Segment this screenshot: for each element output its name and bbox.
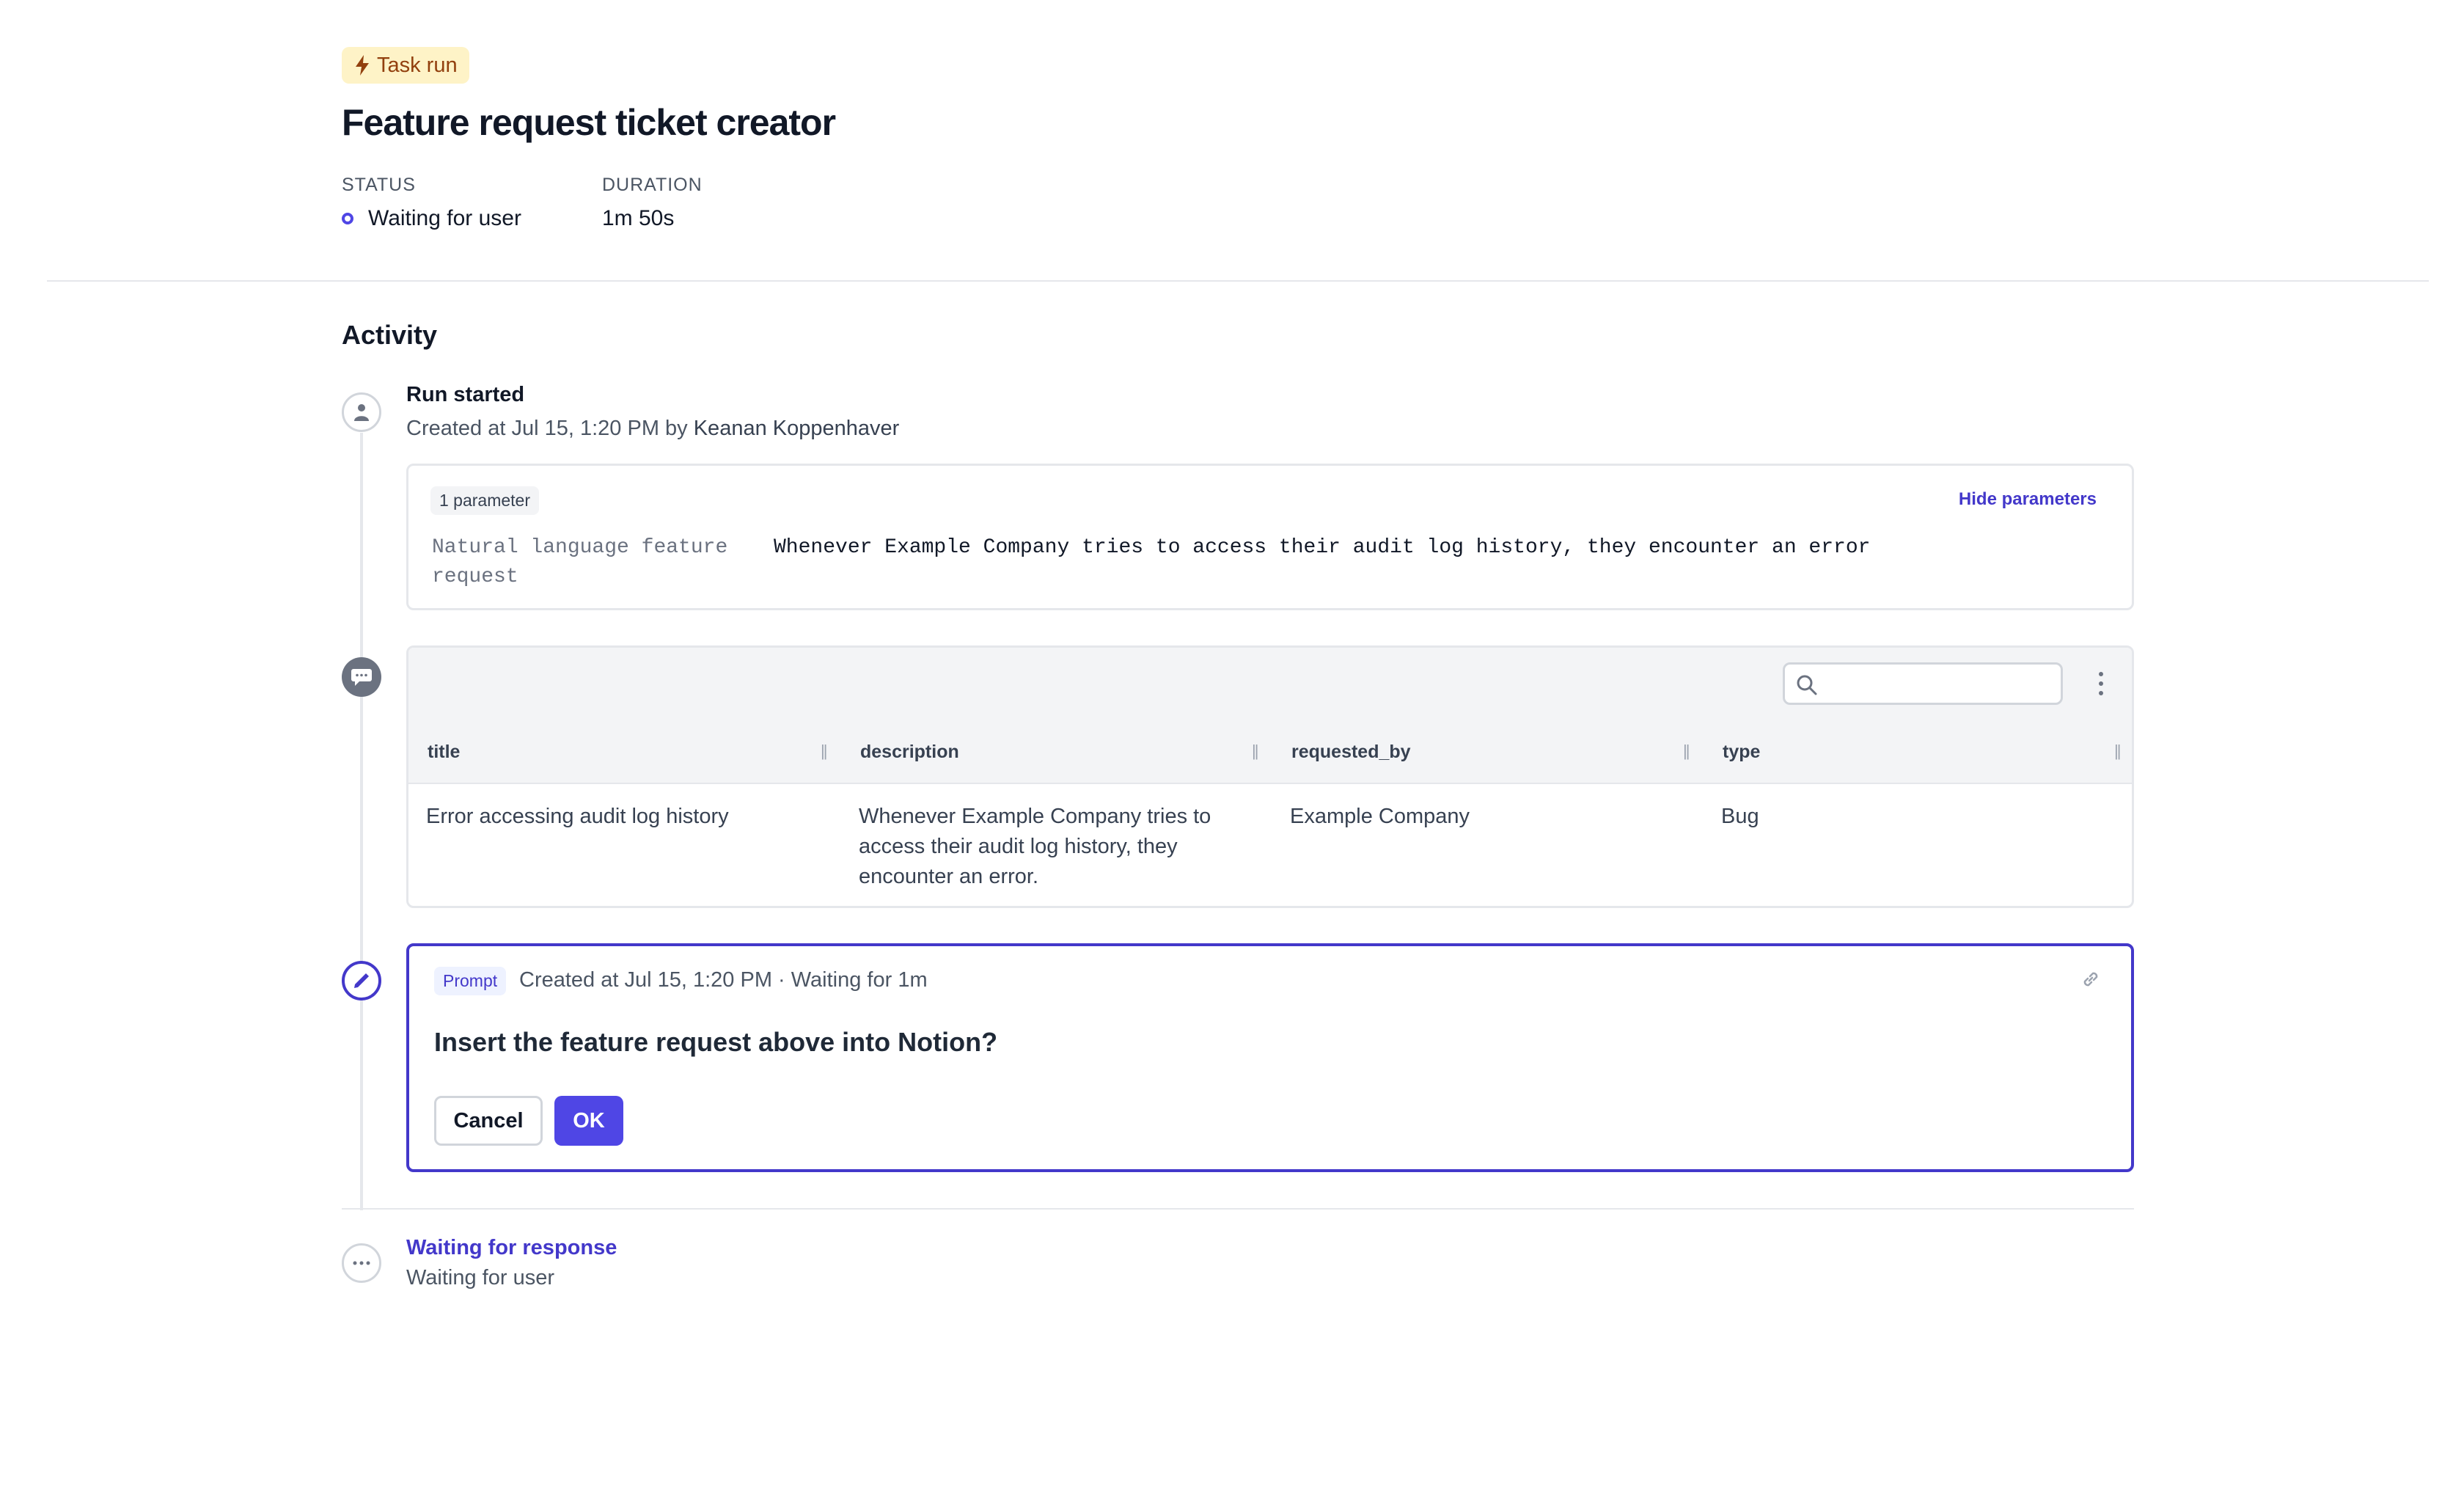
task-run-badge-label: Task run	[377, 53, 458, 77]
prompt-chip: Prompt	[434, 967, 507, 995]
results-table: title || description || requested_by || …	[406, 645, 2134, 908]
link-icon[interactable]	[2080, 968, 2102, 990]
header-divider	[47, 280, 2429, 282]
ok-button[interactable]: OK	[554, 1096, 623, 1146]
cell-type: Bug	[1721, 805, 1759, 828]
page-title: Feature request ticket creator	[342, 102, 836, 143]
parameter-value: Whenever Example Company tries to access…	[774, 536, 1871, 559]
parameter-name: Natural language feature request	[432, 536, 728, 588]
column-header-requested-by[interactable]: requested_by	[1291, 742, 1411, 763]
run-started-title: Run started	[406, 383, 525, 406]
chat-node	[342, 657, 381, 697]
run-started-user[interactable]: Keanan Koppenhaver	[694, 417, 900, 440]
search-icon	[1797, 675, 1817, 695]
run-started-subtitle: Created at Jul 15, 1:20 PM by Keanan Kop…	[406, 417, 899, 441]
column-grip-icon[interactable]: ||	[1252, 742, 1259, 761]
timeline-line	[360, 433, 363, 1210]
duration-label: DURATION	[601, 175, 703, 195]
run-meta: STATUS Waiting for user DURATION 1m 50s	[342, 175, 835, 231]
edit-node	[342, 961, 381, 1000]
kebab-icon[interactable]	[2094, 665, 2108, 702]
table-header: title || description || requested_by || …	[408, 721, 2132, 784]
search-input[interactable]	[1783, 662, 2063, 705]
bolt-icon	[356, 55, 369, 76]
status-block: STATUS Waiting for user	[342, 175, 521, 231]
prompt-meta: Created at Jul 15, 1:20 PM · Waiting for…	[519, 968, 928, 992]
task-run-page: Task run Feature request ticket creator …	[0, 0, 2464, 1489]
prompt-question: Insert the feature request above into No…	[434, 1027, 998, 1057]
duration-value: 1m 50s	[601, 206, 675, 230]
column-grip-icon[interactable]: ||	[2114, 742, 2122, 761]
cell-description: Whenever Example Company tries to access…	[859, 805, 1211, 888]
column-header-type[interactable]: type	[1723, 742, 1760, 763]
activity-heading: Activity	[342, 320, 438, 350]
run-started-meta: Created at Jul 15, 1:20 PM by	[406, 417, 694, 440]
table-toolbar	[408, 648, 2132, 722]
waiting-node	[342, 1243, 381, 1283]
cancel-button[interactable]: Cancel	[434, 1096, 543, 1146]
pencil-icon	[354, 973, 369, 988]
page-header: Task run Feature request ticket creator …	[342, 47, 836, 231]
column-header-title[interactable]: title	[428, 742, 460, 763]
duration-block: DURATION 1m 50s	[602, 175, 703, 231]
ellipsis-icon	[353, 1261, 370, 1265]
status-text: Waiting for user	[368, 206, 521, 230]
parameter-count-chip: 1 parameter	[430, 486, 540, 515]
status-ring-icon	[342, 213, 353, 224]
user-node	[342, 392, 381, 432]
status-value: Waiting for user	[342, 206, 521, 231]
task-run-badge: Task run	[342, 47, 469, 84]
hide-parameters-link[interactable]: Hide parameters	[1959, 489, 2097, 510]
chat-icon	[351, 669, 372, 686]
cell-requested-by: Example Company	[1290, 805, 1470, 828]
prompt-card: Prompt Created at Jul 15, 1:20 PM · Wait…	[406, 943, 2134, 1172]
column-grip-icon[interactable]: ||	[821, 742, 828, 761]
status-label: STATUS	[342, 175, 416, 195]
activity-separator	[342, 1208, 2134, 1210]
column-grip-icon[interactable]: ||	[1683, 742, 1690, 761]
column-header-description[interactable]: description	[860, 742, 959, 763]
waiting-title: Waiting for response	[406, 1236, 617, 1259]
waiting-subtitle: Waiting for user	[406, 1266, 554, 1289]
parameters-card: 1 parameter Hide parameters Natural lang…	[406, 464, 2134, 610]
cell-title: Error accessing audit log history	[426, 805, 729, 828]
user-icon	[354, 404, 369, 421]
